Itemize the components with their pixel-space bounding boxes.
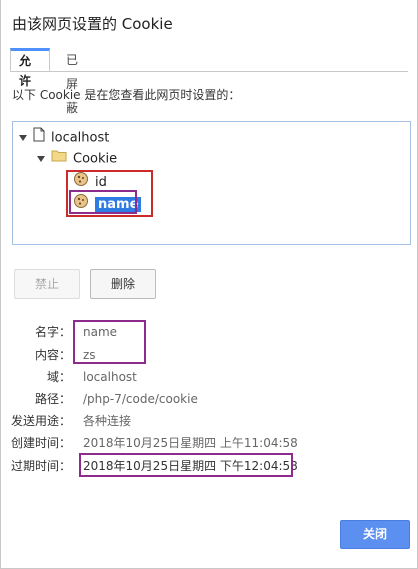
expand-arrow-icon[interactable]	[19, 135, 27, 141]
block-button[interactable]: 禁止	[14, 269, 80, 299]
cookie-tree[interactable]: localhost Cookie id name	[12, 121, 411, 245]
tree-node-cookie-folder[interactable]: Cookie	[37, 149, 117, 169]
detail-label: 路径：	[34, 392, 71, 406]
dialog-title: 由该网页设置的 Cookie	[12, 15, 173, 33]
tree-node-label: Cookie	[73, 151, 118, 167]
detail-row-content: 内容： zs	[1, 345, 418, 365]
detail-row-domain: 域： localhost	[1, 367, 418, 387]
detail-row-path: 路径： /php-7/code/cookie	[1, 389, 418, 409]
detail-label: 域：	[46, 370, 71, 384]
tab-blocked[interactable]: 已屏蔽	[58, 48, 86, 115]
detail-row-created: 创建时间： 2018年10月25日星期四 上午11:04:58	[1, 433, 418, 453]
tree-node-cookie-name[interactable]: name	[73, 193, 142, 216]
detail-label: 发送用途：	[10, 414, 71, 428]
cookie-icon	[73, 193, 89, 216]
detail-label: 内容：	[34, 348, 71, 362]
expand-arrow-icon[interactable]	[37, 156, 45, 162]
detail-row-send-for: 发送用途： 各种连接	[1, 411, 418, 431]
close-button[interactable]: 关闭	[340, 520, 410, 549]
cookie-icon	[73, 171, 89, 194]
detail-value: 2018年10月25日星期四 上午11:04:58	[83, 436, 298, 450]
detail-value: name	[83, 325, 118, 339]
detail-label: 名字：	[34, 325, 71, 339]
delete-button[interactable]: 删除	[90, 269, 156, 299]
cookie-description: 以下 Cookie 是在您查看此网页时设置的：	[12, 88, 241, 102]
page-icon	[33, 127, 45, 149]
detail-value: localhost	[83, 370, 137, 384]
tree-node-cookie-id[interactable]: id	[73, 171, 107, 191]
detail-row-expires: 过期时间： 2018年10月25日星期四 下午12:04:58	[1, 456, 418, 476]
folder-icon	[51, 149, 67, 169]
tab-allowed[interactable]: 允许	[10, 48, 50, 88]
detail-value: 各种连接	[83, 414, 132, 428]
detail-value: /php-7/code/cookie	[83, 392, 198, 406]
detail-row-name: 名字： name	[1, 322, 418, 342]
tree-node-label: id	[95, 175, 107, 190]
tree-node-label-selected: name	[95, 197, 142, 212]
detail-label: 创建时间：	[10, 436, 71, 450]
detail-value: 2018年10月25日星期四 下午12:04:58	[83, 459, 298, 473]
cookie-dialog: 由该网页设置的 Cookie 允许 已屏蔽 以下 Cookie 是在您查看此网页…	[0, 0, 418, 569]
detail-value: zs	[83, 348, 96, 362]
tree-node-localhost[interactable]: localhost	[19, 127, 109, 147]
tab-divider	[10, 71, 408, 72]
detail-label: 过期时间：	[10, 459, 71, 473]
tree-node-label: localhost	[51, 130, 110, 146]
